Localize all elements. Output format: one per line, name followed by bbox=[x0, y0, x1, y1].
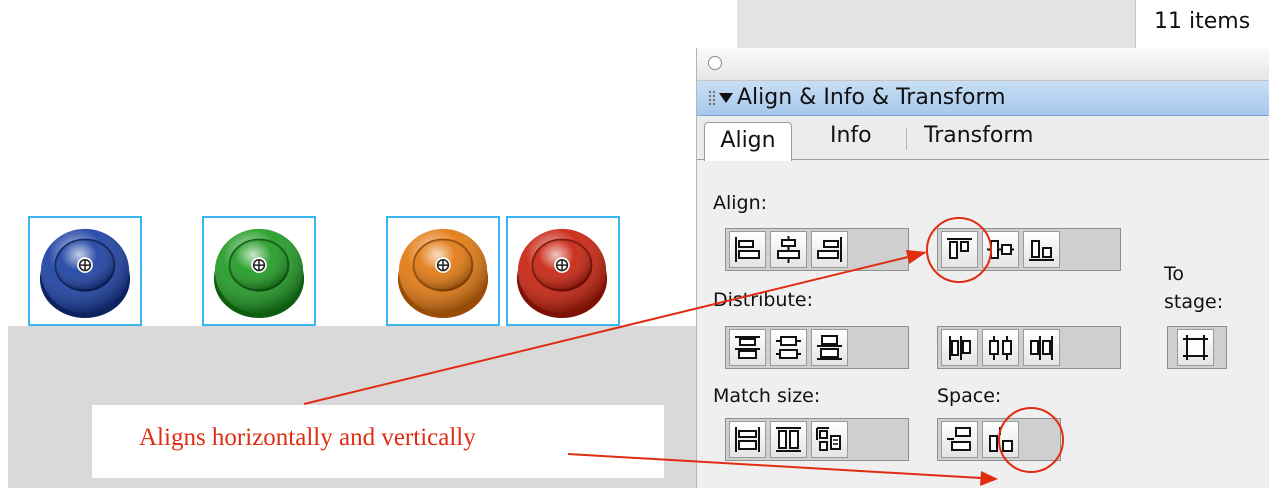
align-to-stage-button[interactable] bbox=[1177, 329, 1214, 366]
distribute-bottom-edge-icon bbox=[817, 335, 842, 360]
match-size-section-label: Match size: bbox=[713, 385, 821, 407]
red-button[interactable] bbox=[513, 222, 611, 320]
space-evenly-horizontally-button[interactable] bbox=[982, 421, 1019, 458]
align-top-edge-icon bbox=[947, 238, 972, 259]
distribute-left-edge-icon bbox=[949, 336, 971, 360]
tab-transform[interactable]: Transform bbox=[924, 116, 1033, 156]
distribute-right-edge-icon bbox=[1030, 336, 1053, 360]
match-height-icon bbox=[776, 427, 801, 452]
match-width-and-height-icon bbox=[816, 427, 841, 451]
align-panel: Align & Info & Transform Align Info Tran… bbox=[696, 48, 1269, 488]
annotation-text: Aligns horizontally and vertically bbox=[139, 424, 476, 451]
match-width-button[interactable] bbox=[729, 421, 766, 458]
distribute-horizontal-center-button[interactable] bbox=[982, 329, 1019, 366]
align-section-label: Align: bbox=[713, 192, 768, 214]
to-stage-label: To stage: bbox=[1164, 263, 1224, 313]
item-count-label: 11 items bbox=[1154, 9, 1251, 34]
align-left-edge-icon bbox=[735, 237, 760, 262]
close-icon[interactable] bbox=[708, 56, 722, 70]
distribute-bottom-edge-button[interactable] bbox=[811, 329, 848, 366]
green-button[interactable] bbox=[210, 222, 308, 320]
blue-button[interactable] bbox=[36, 222, 134, 320]
align-vertical-center-icon bbox=[987, 240, 1014, 259]
distribute-horizontal-center-icon bbox=[989, 336, 1012, 360]
panel-title: Align & Info & Transform bbox=[737, 85, 1006, 110]
distribute-vertical-center-button[interactable] bbox=[770, 329, 807, 366]
align-right-edge-icon bbox=[817, 237, 842, 262]
align-to-stage-icon bbox=[1183, 335, 1208, 360]
align-top-edge-button[interactable] bbox=[941, 231, 978, 268]
match-height-button[interactable] bbox=[770, 421, 807, 458]
distribute-top-edge-icon bbox=[735, 336, 760, 359]
align-bottom-edge-icon bbox=[1029, 240, 1054, 261]
panel-tabs: Align Info Transform bbox=[697, 116, 1269, 161]
panel-header[interactable]: Align & Info & Transform bbox=[697, 81, 1269, 116]
tab-align[interactable]: Align bbox=[704, 122, 792, 161]
drag-handle-icon[interactable] bbox=[708, 90, 716, 106]
align-vertical-center-button[interactable] bbox=[982, 231, 1019, 268]
space-evenly-horizontally-icon bbox=[989, 427, 1013, 452]
space-evenly-vertically-button[interactable] bbox=[941, 421, 978, 458]
tab-info[interactable]: Info bbox=[830, 116, 872, 156]
annotation-callout: Aligns horizontally and vertically bbox=[92, 405, 664, 478]
distribute-vertical-center-icon bbox=[776, 336, 801, 359]
align-bottom-edge-button[interactable] bbox=[1023, 231, 1060, 268]
align-left-edge-button[interactable] bbox=[729, 231, 766, 268]
orange-button[interactable] bbox=[394, 222, 492, 320]
distribute-right-edge-button[interactable] bbox=[1023, 329, 1060, 366]
align-right-edge-button[interactable] bbox=[811, 231, 848, 268]
panel-titlebar[interactable] bbox=[697, 48, 1269, 81]
collapse-triangle-icon[interactable] bbox=[719, 93, 733, 103]
align-horizontal-center-icon bbox=[777, 236, 800, 263]
space-evenly-vertically-icon bbox=[947, 427, 971, 451]
align-horizontal-center-button[interactable] bbox=[770, 231, 807, 268]
distribute-left-edge-button[interactable] bbox=[941, 329, 978, 366]
distribute-top-edge-button[interactable] bbox=[729, 329, 766, 366]
tab-divider bbox=[906, 128, 907, 150]
match-width-icon bbox=[735, 427, 760, 452]
match-width-and-height-button[interactable] bbox=[811, 421, 848, 458]
distribute-section-label: Distribute: bbox=[713, 289, 813, 311]
space-section-label: Space: bbox=[937, 385, 1002, 407]
